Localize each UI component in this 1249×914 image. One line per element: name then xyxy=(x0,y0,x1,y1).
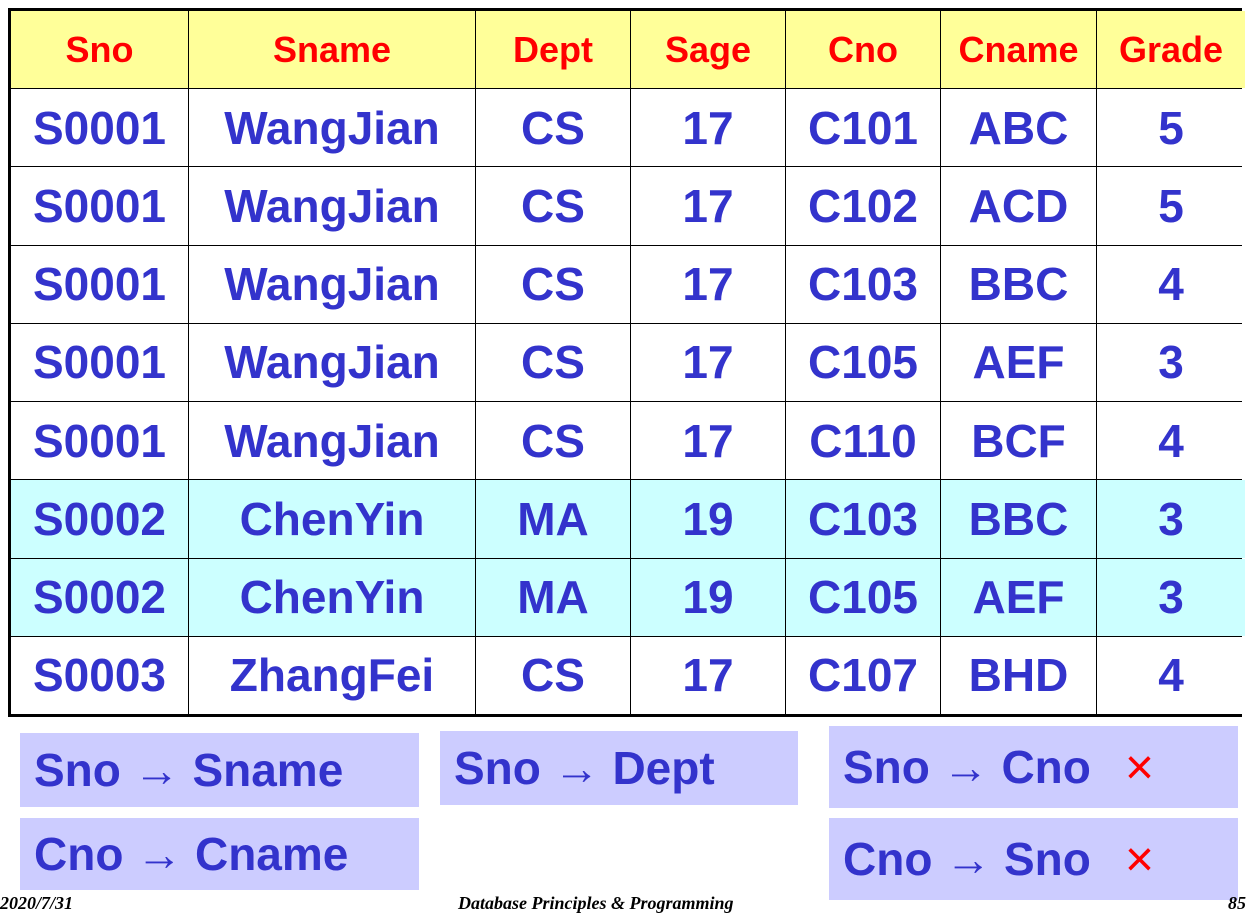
table-cell: 17 xyxy=(631,402,785,480)
table-cell: S0001 xyxy=(11,323,188,402)
table-cell: 17 xyxy=(631,245,785,323)
table-cell: WangJian xyxy=(189,167,475,245)
fd-text: Sno → Cno xyxy=(843,741,1091,793)
fd-cno-sno: Cno → Sno × xyxy=(829,818,1238,900)
table-cell: 4 xyxy=(1097,402,1245,480)
table-cell: WangJian xyxy=(189,245,475,323)
fd-sno-cno: Sno → Cno × xyxy=(829,726,1238,808)
table-cell: S0001 xyxy=(11,167,188,245)
table-cell: CS xyxy=(476,636,630,714)
table-cell: C105 xyxy=(786,558,940,636)
table-cell: C103 xyxy=(786,480,940,558)
table-cell: S0003 xyxy=(11,636,188,714)
table-cell: ChenYin xyxy=(189,480,475,558)
table-cell: BCF xyxy=(941,402,1096,480)
table-cell: C105 xyxy=(786,323,940,402)
table-cell: 19 xyxy=(631,480,785,558)
table-cell: C103 xyxy=(786,245,940,323)
table-cell: 3 xyxy=(1097,480,1245,558)
fd-text: Cno → Cname xyxy=(34,828,349,880)
column-header: Cno xyxy=(786,11,940,89)
table-cell: 4 xyxy=(1097,636,1245,714)
footer-page: 85 xyxy=(1228,893,1246,913)
table-cell: C110 xyxy=(786,402,940,480)
table-cell: CS xyxy=(476,167,630,245)
table-cell: ACD xyxy=(941,167,1096,245)
footer-course: Database Principles & Programming xyxy=(458,893,734,913)
table-cell: CS xyxy=(476,89,630,167)
relation-table: Sno Sname Dept Sage Cno Cname Grade S0001 WangJi… xyxy=(8,8,1245,717)
fd-text: Sno → Dept xyxy=(454,742,715,794)
table-cell: S0001 xyxy=(11,245,188,323)
table-cell: BHD xyxy=(941,636,1096,714)
table-cell: C107 xyxy=(786,636,940,714)
column-header: Grade xyxy=(1097,11,1245,89)
table-cell: S0001 xyxy=(11,402,188,480)
table-cell: S0002 xyxy=(11,558,188,636)
table-cell: ChenYin xyxy=(189,558,475,636)
table-cell: 17 xyxy=(631,89,785,167)
table-cell: WangJian xyxy=(189,323,475,402)
table-cell: CS xyxy=(476,245,630,323)
fd-sno-dept: Sno → Dept xyxy=(440,731,798,805)
table-cell: S0002 xyxy=(11,480,188,558)
column-header: Cname xyxy=(941,11,1096,89)
table-cell: 17 xyxy=(631,636,785,714)
table-cell: C102 xyxy=(786,167,940,245)
table-cell: AEF xyxy=(941,323,1096,402)
table-cell: 17 xyxy=(631,167,785,245)
fd-text: Cno → Sno xyxy=(843,833,1091,885)
table-cell: ZhangFei xyxy=(189,636,475,714)
table-cell: BBC xyxy=(941,480,1096,558)
table-cell: 3 xyxy=(1097,323,1245,402)
table-cell: 5 xyxy=(1097,89,1245,167)
table-cell: WangJian xyxy=(189,402,475,480)
fd-sno-sname: Sno → Sname xyxy=(20,733,419,807)
table-cell: C101 xyxy=(786,89,940,167)
table-cell: 5 xyxy=(1097,167,1245,245)
column-header: Sage xyxy=(631,11,785,89)
fd-text: Sno → Sname xyxy=(34,744,344,796)
table-cell: WangJian xyxy=(189,89,475,167)
table-cell: 19 xyxy=(631,558,785,636)
table-cell: CS xyxy=(476,402,630,480)
table-cell: 17 xyxy=(631,323,785,402)
invalid-x-icon: × xyxy=(1124,831,1155,887)
column-header: Sname xyxy=(189,11,475,89)
table-cell: ABC xyxy=(941,89,1096,167)
table-cell: S0001 xyxy=(11,89,188,167)
invalid-x-icon: × xyxy=(1124,739,1155,795)
table-cell: CS xyxy=(476,323,630,402)
table-cell: MA xyxy=(476,480,630,558)
table-cell: AEF xyxy=(941,558,1096,636)
column-header: Dept xyxy=(476,11,630,89)
column-header: Sno xyxy=(11,11,188,89)
fd-cno-cname: Cno → Cname xyxy=(20,818,419,890)
table-cell: MA xyxy=(476,558,630,636)
table-cell: 4 xyxy=(1097,245,1245,323)
table-cell: 3 xyxy=(1097,558,1245,636)
table-cell: BBC xyxy=(941,245,1096,323)
footer-date: 2020/7/31 xyxy=(0,893,74,913)
